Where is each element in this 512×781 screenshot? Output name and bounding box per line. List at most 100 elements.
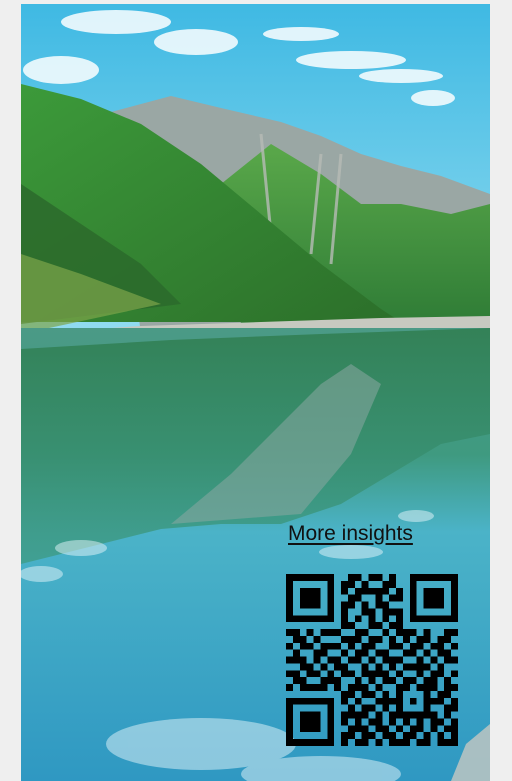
qr-module bbox=[368, 656, 376, 664]
qr-module bbox=[451, 608, 458, 616]
qr-module bbox=[409, 615, 417, 623]
more-insights-link[interactable]: More insights bbox=[288, 522, 413, 546]
qr-module bbox=[402, 732, 410, 740]
qr-module bbox=[306, 629, 314, 636]
qr-module bbox=[306, 642, 314, 650]
qr-module bbox=[313, 684, 321, 691]
qr-module bbox=[341, 601, 348, 609]
qr-module bbox=[389, 677, 397, 685]
qr-module bbox=[286, 629, 293, 636]
qr-module bbox=[299, 711, 307, 719]
qr-module bbox=[361, 608, 369, 616]
qr-module bbox=[423, 711, 431, 719]
qr-module bbox=[361, 684, 369, 691]
qr-module bbox=[347, 574, 355, 581]
qr-module bbox=[313, 739, 321, 746]
qr-module bbox=[389, 663, 397, 671]
qr-module bbox=[402, 711, 410, 719]
qr-module bbox=[299, 697, 307, 705]
qr-module bbox=[451, 615, 458, 623]
qr-module bbox=[437, 649, 445, 657]
qr-module bbox=[416, 725, 424, 733]
qr-module bbox=[375, 739, 383, 746]
qr-module bbox=[451, 732, 458, 740]
qr-module bbox=[437, 587, 445, 595]
qr-module bbox=[444, 711, 452, 719]
qr-module bbox=[354, 635, 362, 643]
qr-module bbox=[354, 718, 362, 726]
qr-module bbox=[437, 574, 445, 581]
qr-module bbox=[382, 580, 390, 588]
qr-module bbox=[341, 587, 348, 595]
qr-module bbox=[361, 629, 369, 636]
qr-module bbox=[396, 587, 403, 595]
qr-module bbox=[292, 635, 300, 643]
qr-module bbox=[402, 663, 410, 671]
qr-module bbox=[451, 739, 458, 746]
qr-module bbox=[327, 711, 335, 719]
qr-module bbox=[375, 718, 383, 726]
qr-module bbox=[423, 677, 431, 685]
qr-module bbox=[444, 635, 452, 643]
qr-module bbox=[286, 587, 293, 595]
qr-module bbox=[368, 608, 376, 616]
qr-module bbox=[451, 684, 458, 691]
qr-code-icon[interactable] bbox=[286, 574, 458, 746]
qr-module bbox=[292, 574, 300, 581]
qr-module bbox=[389, 574, 397, 581]
qr-module bbox=[396, 656, 403, 664]
qr-module bbox=[361, 649, 369, 657]
qr-module bbox=[375, 663, 383, 671]
qr-module bbox=[299, 574, 307, 581]
qr-module bbox=[375, 670, 383, 678]
qr-module bbox=[444, 690, 452, 698]
qr-module bbox=[334, 677, 342, 685]
qr-module bbox=[451, 704, 458, 712]
qr-module bbox=[341, 732, 348, 740]
qr-module bbox=[389, 718, 397, 726]
qr-module bbox=[286, 615, 293, 623]
qr-module bbox=[375, 649, 383, 657]
qr-module bbox=[354, 739, 362, 746]
qr-module bbox=[327, 642, 335, 650]
qr-module bbox=[313, 649, 321, 657]
qr-module bbox=[396, 615, 403, 623]
qr-module bbox=[334, 629, 342, 636]
qr-module bbox=[396, 697, 403, 705]
qr-module bbox=[320, 615, 328, 623]
qr-module bbox=[423, 629, 431, 636]
qr-module bbox=[375, 635, 383, 643]
qr-module bbox=[368, 677, 376, 685]
qr-module bbox=[382, 656, 390, 664]
qr-module bbox=[409, 732, 417, 740]
qr-module bbox=[423, 587, 431, 595]
qr-module bbox=[286, 580, 293, 588]
qr-module bbox=[361, 663, 369, 671]
qr-module bbox=[327, 739, 335, 746]
qr-module bbox=[368, 690, 376, 698]
qr-module bbox=[327, 608, 335, 616]
qr-module bbox=[347, 711, 355, 719]
qr-module bbox=[451, 642, 458, 650]
qr-module bbox=[396, 622, 403, 630]
qr-module bbox=[341, 739, 348, 746]
qr-module bbox=[341, 649, 348, 657]
qr-module bbox=[320, 642, 328, 650]
qr-module bbox=[306, 670, 314, 678]
qr-module bbox=[409, 649, 417, 657]
qr-module bbox=[389, 622, 397, 630]
qr-module bbox=[402, 629, 410, 636]
qr-module bbox=[341, 690, 348, 698]
qr-module bbox=[341, 697, 348, 705]
qr-module bbox=[286, 656, 293, 664]
qr-module bbox=[347, 601, 355, 609]
qr-module bbox=[430, 677, 438, 685]
qr-module bbox=[389, 580, 397, 588]
qr-module bbox=[423, 594, 431, 602]
qr-module bbox=[299, 594, 307, 602]
qr-module bbox=[327, 574, 335, 581]
qr-module bbox=[389, 697, 397, 705]
qr-module bbox=[416, 718, 424, 726]
qr-module bbox=[292, 677, 300, 685]
qr-module bbox=[402, 635, 410, 643]
